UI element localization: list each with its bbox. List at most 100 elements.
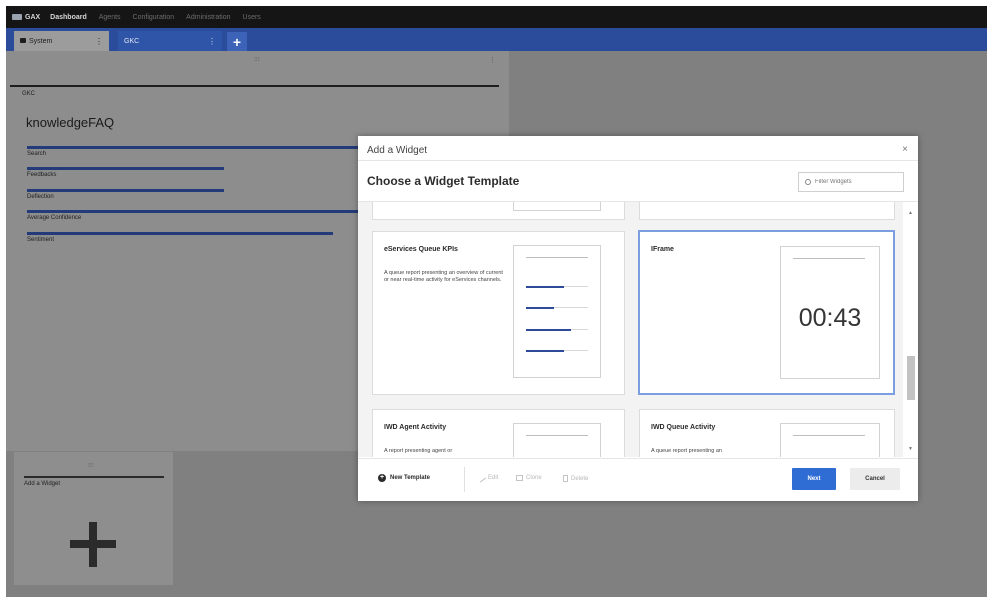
preview-header-line [793, 258, 865, 259]
plus-horizontal [70, 540, 116, 548]
template-preview [513, 202, 601, 211]
metric-bar [27, 189, 224, 192]
add-tab-button[interactable]: + [227, 32, 247, 51]
template-name: IWD Agent Activity [384, 424, 447, 431]
tile-divider [24, 476, 164, 478]
search-icon [805, 179, 811, 185]
kpi-preview-track [554, 307, 588, 308]
plus-circle-icon: + [378, 474, 386, 482]
logo-icon [12, 14, 22, 20]
metric-label: Search [27, 151, 47, 157]
app-window: GAX Dashboard Agents Configuration Admin… [6, 6, 987, 597]
clone-label: Clone [526, 475, 542, 481]
filter-widgets-input[interactable] [815, 179, 895, 185]
clone-button[interactable]: Clone [516, 475, 542, 481]
widget-title: knowledgeFAQ [26, 115, 115, 130]
tab-gkc-label: GKC [124, 37, 140, 45]
logo-text: GAX [25, 13, 41, 21]
close-icon[interactable]: × [902, 144, 908, 155]
template-preview [780, 423, 880, 457]
next-button[interactable]: Next [792, 468, 836, 490]
metric-label: Deflection [27, 194, 54, 200]
kpi-preview-bar [526, 286, 564, 288]
edit-button[interactable]: Edit [476, 473, 499, 483]
preview-header-line [526, 435, 588, 436]
template-description: A queue report presenting an overview of… [384, 270, 503, 283]
kpi-preview-bar [526, 350, 564, 352]
scroll-up-icon[interactable]: ▲ [908, 210, 913, 216]
metric-bar [27, 167, 224, 170]
metric-label: Average Confidence [27, 215, 82, 221]
dashboard-tab-bar: System ⋮ GKC ⋮ + [6, 28, 987, 51]
lock-icon [20, 38, 26, 44]
app-logo[interactable]: GAX [12, 14, 40, 21]
trash-icon [563, 475, 568, 482]
tab-gkc-menu-icon[interactable]: ⋮ [208, 37, 216, 46]
template-card-iframe[interactable]: IFrame 00:43 [638, 230, 895, 395]
drag-grip-icon[interactable]: ⁝⁝⁝ [254, 56, 260, 63]
kpi-preview-track [564, 286, 588, 287]
cancel-button[interactable]: Cancel [850, 468, 900, 490]
tab-system[interactable]: System ⋮ [14, 31, 109, 51]
widget-tag: GKC [22, 91, 36, 97]
tab-system-title: System [20, 38, 52, 45]
kpi-preview-track [564, 350, 588, 351]
template-card-iwd-queue-activity[interactable]: IWD Queue Activity A queue report presen… [639, 409, 895, 457]
footer-divider [464, 467, 465, 492]
scroll-thumb[interactable] [907, 356, 915, 400]
tab-gkc[interactable]: GKC ⋮ [118, 31, 222, 51]
new-template-label: New Template [390, 475, 430, 481]
template-grid-scrollbar[interactable]: ▲ ▼ [907, 206, 915, 456]
drag-grip-icon[interactable]: ⁝⁝⁝ [88, 462, 94, 469]
template-description: A queue report presenting an [651, 448, 722, 454]
delete-label: Delete [571, 475, 589, 482]
template-description: A report presenting agent or [384, 448, 453, 454]
preview-header-line [526, 257, 588, 258]
nav-configuration[interactable]: Configuration [133, 14, 175, 21]
timer-preview: 00:43 [798, 304, 862, 332]
template-preview: 00:43 [780, 246, 880, 379]
template-card-partial-left[interactable] [372, 202, 625, 220]
metric-label: Sentiment [27, 237, 55, 243]
add-widget-label: Add a Widget [24, 481, 61, 487]
template-name: IFrame [651, 246, 674, 253]
metric-label: Feedbacks [27, 172, 57, 178]
tab-system-label: System [29, 37, 53, 45]
template-card-iwd-agent-activity[interactable]: IWD Agent Activity A report presenting a… [372, 409, 625, 457]
widget-header: ⁝⁝⁝ ⋮ [16, 56, 496, 66]
pencil-icon [476, 473, 487, 483]
top-nav: GAX Dashboard Agents Configuration Admin… [6, 6, 987, 28]
template-name: eServices Queue KPIs [384, 246, 458, 253]
dialog-title: Choose a Widget Template [367, 174, 520, 188]
dialog-footer: + New Template Edit Clone Delete Next Ca… [358, 458, 918, 501]
template-card-partial-right[interactable] [639, 202, 895, 220]
nav-administration[interactable]: Administration [186, 14, 230, 21]
clone-icon [516, 475, 523, 481]
nav-users[interactable]: Users [243, 14, 261, 21]
kpi-preview-track [571, 329, 588, 330]
template-grid: eServices Queue KPIs A queue report pres… [358, 202, 903, 457]
kpi-preview-bar [526, 329, 571, 331]
tab-system-menu-icon[interactable]: ⋮ [95, 37, 103, 46]
preview-header-line [793, 435, 865, 436]
delete-button[interactable]: Delete [563, 475, 588, 482]
filter-widgets-field[interactable] [798, 172, 904, 192]
metric-bar [27, 210, 398, 213]
widget-menu-icon[interactable]: ⋮ [489, 56, 496, 64]
template-card-eservices-queue-kpis[interactable]: eServices Queue KPIs A queue report pres… [372, 231, 625, 395]
template-preview [513, 245, 601, 378]
widget-divider [10, 85, 499, 87]
nav-dashboard[interactable]: Dashboard [50, 14, 87, 21]
edit-label: Edit [488, 475, 499, 481]
metric-bar [27, 232, 333, 235]
dialog-small-title: Add a Widget [367, 145, 428, 156]
nav-agents[interactable]: Agents [99, 14, 121, 21]
template-preview [513, 423, 601, 457]
scroll-down-icon[interactable]: ▼ [908, 446, 913, 452]
template-name: IWD Queue Activity [651, 424, 716, 431]
new-template-button[interactable]: + New Template [378, 474, 430, 482]
dialog-title-bar: Add a Widget × [358, 136, 918, 161]
kpi-preview-bar [526, 307, 554, 309]
add-widget-tile[interactable]: ⁝⁝⁝ Add a Widget [14, 452, 173, 585]
add-widget-dialog: Add a Widget × Choose a Widget Template … [358, 136, 918, 501]
